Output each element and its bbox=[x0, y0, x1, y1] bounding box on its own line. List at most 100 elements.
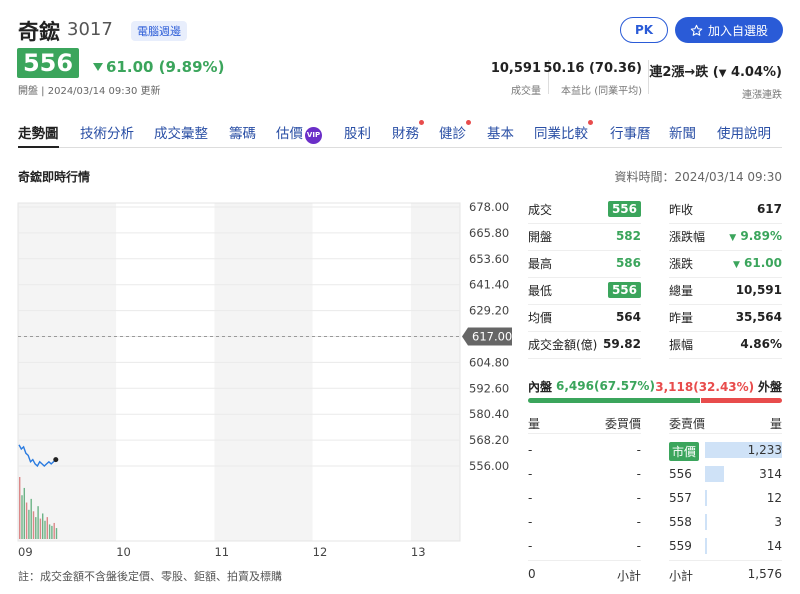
tab-trend[interactable]: 走勢圖 bbox=[18, 122, 59, 148]
current-price: 556 bbox=[17, 48, 79, 78]
bid-price: - bbox=[636, 467, 641, 481]
quote-label: 最低 bbox=[528, 283, 553, 298]
stock-code: 3017 bbox=[67, 19, 113, 40]
bid-price: - bbox=[636, 515, 641, 529]
volume-bar bbox=[46, 517, 48, 539]
row-divider bbox=[528, 433, 641, 434]
stat-volume-label: 成交量 bbox=[511, 86, 541, 97]
y-tick-label: 592.60 bbox=[469, 381, 509, 395]
ask-qty: 1,233 bbox=[747, 443, 782, 457]
intraday-chart[interactable]: 678.00 665.80 653.60 641.40 629.20 617.00 604.… bbox=[0, 195, 520, 565]
quote-value: 556 bbox=[607, 201, 641, 217]
tab-financials[interactable]: 財務 bbox=[392, 120, 424, 148]
tab-bar: 走勢圖 技術分析 成交彙整 籌碼 估價 VIP 股利 財務 健診 基本 同業比較 … bbox=[18, 120, 782, 148]
ask-price: 558 bbox=[669, 515, 692, 529]
stat-pe-label: 本益比 (同業平均) bbox=[561, 86, 642, 97]
quote-row: 振幅 4.86% bbox=[669, 334, 782, 354]
chart-band bbox=[410, 203, 460, 541]
data-time: 資料時間：2024/03/14 09:30 bbox=[614, 170, 782, 184]
row-divider bbox=[669, 358, 782, 359]
add-watchlist-button[interactable]: 加入自選股 bbox=[675, 17, 783, 43]
quote-value: 10,591 bbox=[735, 283, 782, 297]
pk-button-label: PK bbox=[634, 23, 654, 37]
inner-outer-row: 內盤 6,496(67.57%) 3,118(32.43%) 外盤 bbox=[528, 376, 782, 396]
tab-help[interactable]: 使用說明 bbox=[717, 122, 771, 148]
tab-news[interactable]: 新聞 bbox=[669, 122, 696, 148]
notification-dot bbox=[588, 120, 593, 125]
row-divider bbox=[528, 358, 641, 359]
quote-value: 564 bbox=[615, 310, 641, 324]
tab-peer-compare[interactable]: 同業比較 bbox=[534, 120, 593, 148]
bid-qty: - bbox=[528, 515, 533, 529]
ask-qty: 14 bbox=[766, 539, 782, 553]
ask-subtotal-label: 小計 bbox=[669, 569, 694, 583]
bid-qty: - bbox=[528, 491, 533, 505]
stat-streak-label: 連漲連跌 bbox=[742, 90, 782, 101]
y-tick-label: 629.20 bbox=[469, 304, 509, 318]
tab-health[interactable]: 健診 bbox=[439, 120, 471, 148]
quote-row: 漲跌 ▼ 61.00 bbox=[669, 253, 782, 273]
quote-row: 最低 556 bbox=[528, 280, 641, 300]
ask-volume-bar bbox=[705, 490, 707, 506]
bid-subtotal-label: 小計 bbox=[616, 569, 641, 583]
pk-button[interactable]: PK bbox=[620, 17, 668, 43]
stat-pe-value: 50.16 (70.36) bbox=[543, 61, 642, 76]
tab-valuation[interactable]: 估價 VIP bbox=[276, 122, 322, 148]
tab-trade-summary[interactable]: 成交彙整 bbox=[154, 122, 208, 148]
quote-label: 均價 bbox=[528, 310, 553, 325]
quote-label: 昨收 bbox=[669, 202, 694, 217]
bid-price: - bbox=[636, 443, 641, 457]
quote-value: 59.82 bbox=[603, 337, 641, 351]
volume-bar bbox=[23, 487, 25, 539]
bid-qty: - bbox=[528, 539, 533, 553]
reference-price-label: 617.00 bbox=[472, 330, 512, 344]
notification-dot bbox=[419, 120, 424, 125]
row-divider bbox=[669, 223, 782, 224]
quote-row: 均價 564 bbox=[528, 307, 641, 327]
volume-bar bbox=[35, 517, 37, 539]
outer-bar bbox=[701, 398, 782, 403]
quote-value: 556 bbox=[607, 282, 641, 298]
quote-value: 582 bbox=[615, 229, 641, 243]
row-divider bbox=[528, 223, 641, 224]
x-tick-label: 09 bbox=[18, 545, 33, 559]
section-title: 奇鋐即時行情 bbox=[18, 170, 91, 184]
y-tick-label: 568.20 bbox=[469, 433, 509, 447]
x-tick-label: 10 bbox=[116, 545, 131, 559]
quote-value: 4.86% bbox=[740, 337, 782, 351]
chart-band bbox=[214, 203, 313, 541]
ask-total: 1,576 bbox=[747, 567, 782, 581]
tab-chips[interactable]: 籌碼 bbox=[229, 122, 256, 148]
y-tick-label: 678.00 bbox=[469, 200, 509, 214]
tab-dividend[interactable]: 股利 bbox=[344, 122, 371, 148]
y-tick-label: 604.80 bbox=[469, 355, 509, 369]
row-divider bbox=[669, 433, 782, 434]
stat-streak-value: 連2漲→跌 (▼ 4.04%) bbox=[649, 65, 782, 80]
bid-qty: - bbox=[528, 443, 533, 457]
quote-label: 振幅 bbox=[669, 337, 694, 352]
inner-label: 內盤 bbox=[528, 379, 553, 394]
ask-price: 559 bbox=[669, 539, 692, 553]
tab-basic[interactable]: 基本 bbox=[487, 122, 514, 148]
ask-price: 557 bbox=[669, 491, 692, 505]
x-tick-label: 12 bbox=[313, 545, 328, 559]
industry-tag[interactable]: 電腦週邊 bbox=[131, 21, 187, 41]
outer-value: 3,118(32.43%) bbox=[655, 379, 755, 394]
quote-value: ▼ 9.89% bbox=[729, 229, 782, 243]
quote-row: 總量 10,591 bbox=[669, 280, 782, 300]
ask-qty: 12 bbox=[766, 491, 782, 505]
quote-label: 開盤 bbox=[528, 229, 553, 244]
tab-calendar[interactable]: 行事曆 bbox=[610, 122, 651, 148]
quote-row: 成交金額(億) 59.82 bbox=[528, 334, 641, 354]
quote-row: 開盤 582 bbox=[528, 226, 641, 246]
x-tick-label: 11 bbox=[214, 545, 229, 559]
y-tick-label: 556.00 bbox=[469, 459, 509, 473]
quote-label: 漲跌 bbox=[669, 256, 694, 271]
volume-bar bbox=[39, 518, 42, 539]
row-divider bbox=[528, 304, 641, 305]
tab-technical[interactable]: 技術分析 bbox=[80, 122, 134, 148]
volume-bar bbox=[32, 511, 35, 539]
stat-pe: 50.16 (70.36) 本益比 (同業平均) bbox=[543, 61, 642, 97]
ask-qty: 3 bbox=[774, 515, 782, 529]
row-divider bbox=[669, 560, 782, 561]
